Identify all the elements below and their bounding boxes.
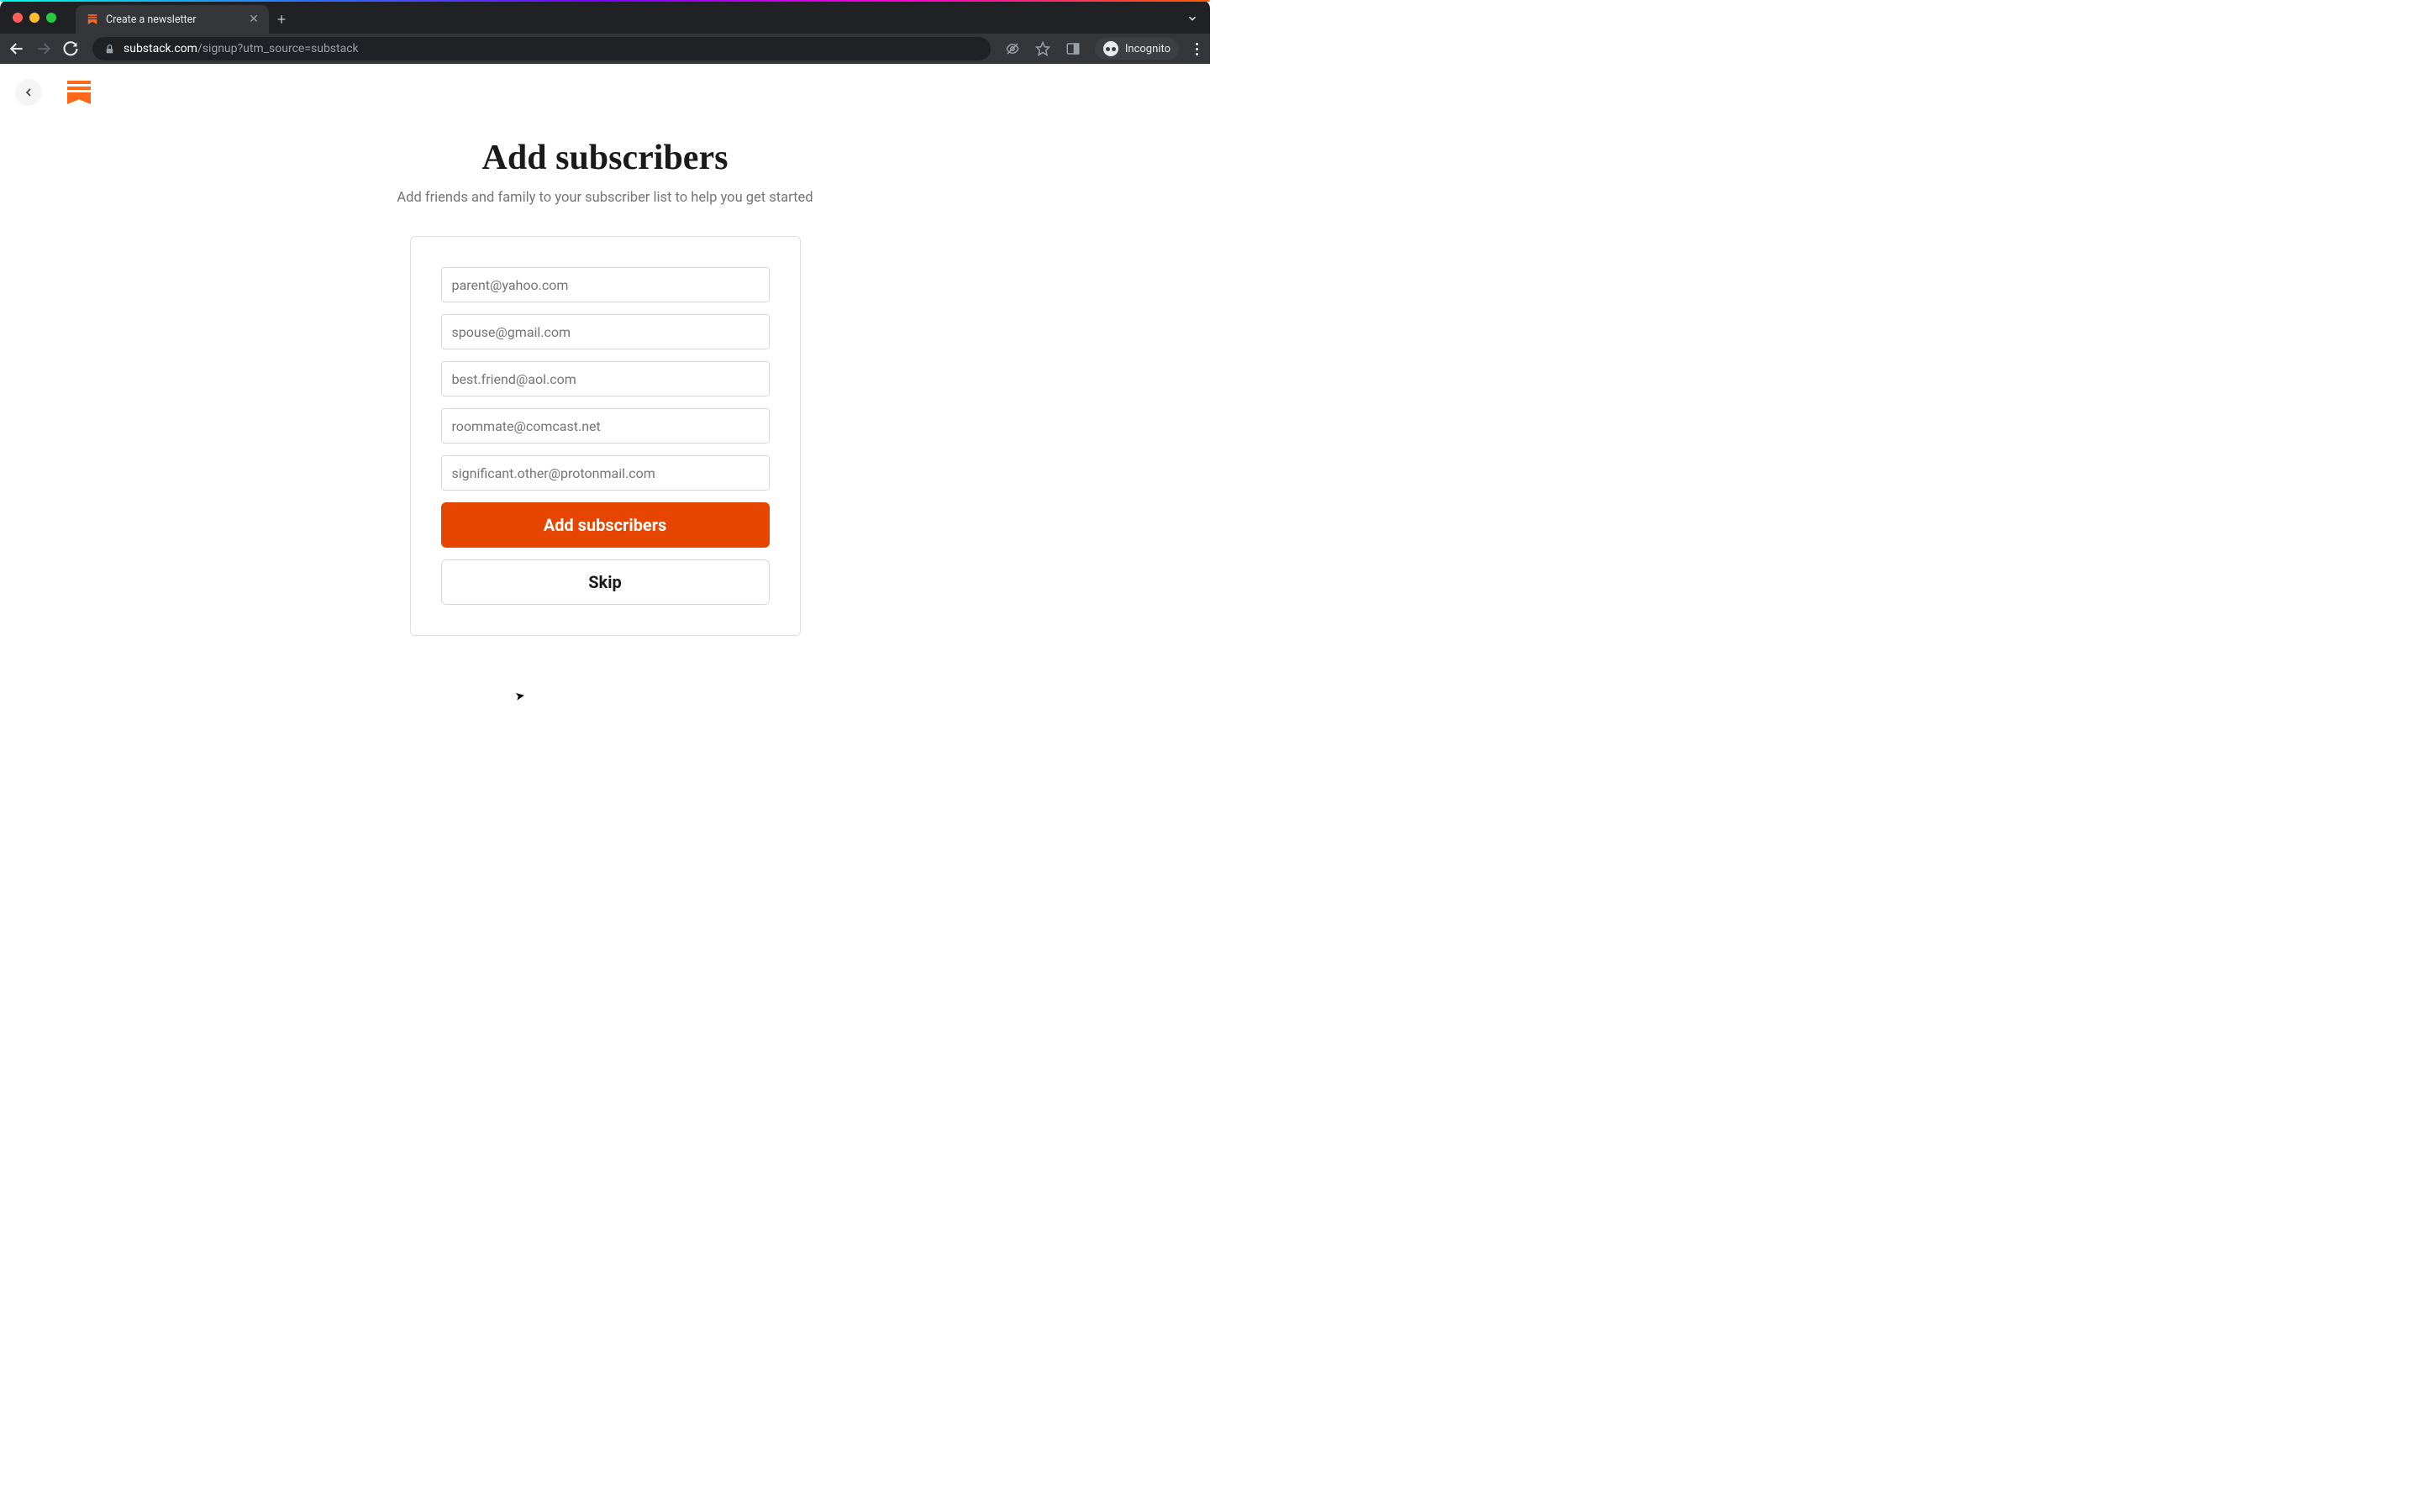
browser-chrome: Create a newsletter ✕ + substack.com/sig… [0,0,1210,64]
add-subscribers-button[interactable]: Add subscribers [441,502,770,548]
back-button[interactable] [8,40,25,57]
window-controls [13,13,56,23]
address-bar[interactable]: substack.com/signup?utm_source=substack [92,37,991,60]
window-top-border [0,0,1210,2]
email-input-1[interactable] [441,267,770,302]
substack-logo[interactable] [67,81,91,104]
email-input-3[interactable] [441,361,770,396]
tab-title: Create a newsletter [106,13,240,26]
skip-button[interactable]: Skip [441,559,770,605]
url-text: substack.com/signup?utm_source=substack [124,42,359,55]
incognito-icon [1103,41,1118,56]
reload-button[interactable] [62,40,79,57]
page-title: Add subscribers [336,138,874,178]
tabs-dropdown-icon[interactable] [1186,12,1198,28]
new-tab-button[interactable]: + [277,11,286,29]
browser-tab[interactable]: Create a newsletter ✕ [76,5,269,34]
incognito-label: Incognito [1125,43,1171,55]
substack-favicon [86,13,99,26]
forward-button[interactable] [35,40,52,57]
window-minimize-button[interactable] [29,13,39,23]
bookmark-star-icon[interactable] [1034,40,1051,57]
incognito-badge[interactable]: Incognito [1095,38,1179,60]
page-header [0,64,1210,121]
form-card: Add subscribers Skip [410,236,801,636]
lock-icon [104,44,115,55]
email-input-2[interactable] [441,314,770,349]
url-domain: substack.com [124,42,197,55]
page-content: Add subscribers Add friends and family t… [0,64,1210,756]
panel-icon[interactable] [1065,40,1081,57]
page-back-button[interactable] [15,79,42,106]
email-input-4[interactable] [441,408,770,444]
page-subtitle: Add friends and family to your subscribe… [336,190,874,206]
address-bar-row: substack.com/signup?utm_source=substack … [0,34,1210,64]
tab-close-icon[interactable]: ✕ [247,13,260,26]
browser-menu-icon[interactable] [1192,43,1202,55]
eye-off-icon[interactable] [1004,40,1021,57]
window-maximize-button[interactable] [46,13,56,23]
url-path: /signup?utm_source=substack [197,42,359,55]
toolbar-right-icons: Incognito [1004,38,1202,60]
cursor-icon: ➤ [514,689,526,704]
tab-bar: Create a newsletter ✕ + [76,5,286,34]
email-input-5[interactable] [441,455,770,491]
window-close-button[interactable] [13,13,23,23]
main-content: Add subscribers Add friends and family t… [336,121,874,636]
